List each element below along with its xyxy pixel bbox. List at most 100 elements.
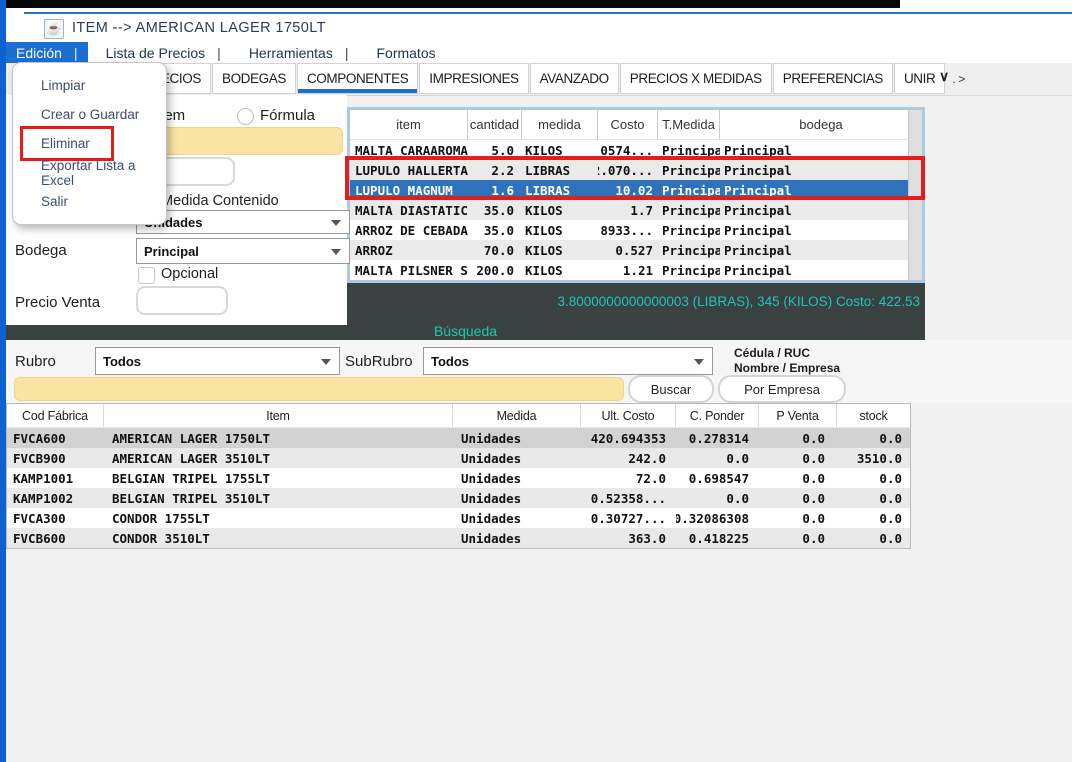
- tab[interactable]: UNIR: [894, 63, 945, 94]
- menu-item[interactable]: Limpiar: [13, 71, 166, 100]
- table-row[interactable]: MALTA CARAAROMA... 5.0 KILOS 2.0574... P…: [350, 140, 909, 160]
- cedula-ruc-label: Cédula / RUC Nombre / Empresa: [734, 346, 840, 376]
- column-header[interactable]: Ult. Costo: [581, 404, 676, 428]
- column-header[interactable]: Cod Fábrica: [7, 404, 104, 428]
- cell-tmedida: Principal: [658, 220, 720, 240]
- menubar-item[interactable]: Herramientas |: [239, 42, 359, 63]
- table-row[interactable]: LUPULO HALLERTA... 2.2 LIBRAS 12.070... …: [350, 160, 909, 180]
- cell-medida: Unidades: [453, 528, 581, 548]
- cell-tmedida: Principal: [658, 260, 720, 280]
- tab[interactable]: AVANZADO: [530, 63, 619, 94]
- medida-select[interactable]: Unidades: [136, 210, 350, 234]
- column-header[interactable]: Item: [104, 404, 453, 428]
- tab[interactable]: PRECIOS X MEDIDAS: [620, 63, 772, 94]
- column-header[interactable]: item: [350, 110, 468, 140]
- cell-medida: Unidades: [453, 488, 581, 508]
- cell-ult-costo: 72.0: [581, 468, 676, 488]
- cell-item: AMERICAN LAGER 1750LT: [104, 428, 453, 448]
- cell-ult-costo: 363.0: [581, 528, 676, 548]
- column-header[interactable]: cantidad: [468, 110, 522, 140]
- table-row[interactable]: MALTA PILSNER S... 200.0 KILOS 1.21 Prin…: [350, 260, 909, 280]
- table-row[interactable]: MALTA DIASTATIC... 35.0 KILOS 1.7 Princi…: [350, 200, 909, 220]
- table-row[interactable]: LUPULO MAGNUM 1.6 LIBRAS 10.02 Principal…: [350, 180, 909, 200]
- cell-medida: Unidades: [453, 508, 581, 528]
- cell-cantidad: 35.0: [468, 220, 522, 240]
- cell-medida: Unidades: [453, 428, 581, 448]
- results-table-body: FVCA600 AMERICAN LAGER 1750LT Unidades 4…: [7, 428, 910, 548]
- tabs-overflow-chevron-icon[interactable]: ∨: [939, 68, 949, 85]
- column-header[interactable]: T.Medida: [658, 110, 720, 140]
- top-black-bar: [4, 0, 900, 8]
- table-row[interactable]: FVCA300 CONDOR 1755LT Unidades 0.30727..…: [7, 508, 910, 528]
- column-header[interactable]: Medida: [453, 404, 581, 428]
- cell-cod-fabrica: KAMP1002: [7, 488, 104, 508]
- cell-item: MALTA DIASTATIC...: [350, 200, 468, 220]
- cell-medida: LIBRAS: [522, 180, 598, 200]
- cell-ult-costo: 0.30727...: [581, 508, 676, 528]
- table-row[interactable]: ARROZ DE CEBADA 35.0 KILOS 0.8933... Pri…: [350, 220, 909, 240]
- buscar-button[interactable]: Buscar: [628, 375, 714, 403]
- cell-costo: 1.7: [598, 200, 658, 220]
- tab[interactable]: PREFERENCIAS: [773, 63, 893, 94]
- cell-cantidad: 2.2: [468, 160, 522, 180]
- table-row[interactable]: FVCA600 AMERICAN LAGER 1750LT Unidades 4…: [7, 428, 910, 448]
- cell-costo: 12.070...: [598, 160, 658, 180]
- cell-costo: 10.02: [598, 180, 658, 200]
- rubro-select[interactable]: Todos: [95, 347, 340, 375]
- cell-bodega: Principal: [720, 160, 909, 180]
- java-icon: ☕: [44, 19, 64, 39]
- menubar-item-label: Herramientas: [249, 45, 333, 61]
- tab[interactable]: IMPRESIONES: [419, 63, 528, 94]
- search-input[interactable]: [14, 377, 624, 401]
- rubro-select-value: Todos: [103, 354, 141, 369]
- table-row[interactable]: KAMP1002 BELGIAN TRIPEL 3510LT Unidades …: [7, 488, 910, 508]
- formula-radio[interactable]: [237, 108, 254, 125]
- tab[interactable]: BODEGAS: [212, 63, 296, 94]
- menu-item[interactable]: Exportar Lista a Excel: [13, 158, 166, 187]
- bodega-select[interactable]: Principal: [136, 238, 350, 264]
- menubar-item[interactable]: Formatos: [366, 42, 457, 63]
- menu-item[interactable]: Crear o Guardar: [13, 100, 166, 129]
- column-header[interactable]: medida: [522, 110, 598, 140]
- table-row[interactable]: FVCB900 AMERICAN LAGER 3510LT Unidades 2…: [7, 448, 910, 468]
- tab-label: IMPRESIONES: [429, 71, 518, 86]
- tab[interactable]: . >: [946, 63, 970, 94]
- menubar-item[interactable]: Edición |: [6, 42, 88, 63]
- cell-item: CONDOR 3510LT: [104, 528, 453, 548]
- column-header[interactable]: stock: [837, 404, 910, 428]
- dropdown-arrow-icon: [321, 359, 331, 365]
- cell-c-ponder: 0.418225: [676, 528, 759, 548]
- cell-stock: 0.0: [837, 428, 910, 448]
- tab[interactable]: COMPONENTES: [297, 63, 418, 94]
- column-header[interactable]: C. Ponder: [676, 404, 759, 428]
- table-row[interactable]: KAMP1001 BELGIAN TRIPEL 1755LT Unidades …: [7, 468, 910, 488]
- menu-item[interactable]: Salir: [13, 187, 166, 216]
- column-header[interactable]: P Venta: [759, 404, 837, 428]
- por-empresa-button[interactable]: Por Empresa: [718, 375, 846, 403]
- cell-bodega: Principal: [720, 240, 909, 260]
- menubar-item[interactable]: Lista de Precios |: [96, 42, 231, 63]
- menubar: Edición | Lista de Precios | Herramienta…: [6, 42, 466, 63]
- table-row[interactable]: FVCB600 CONDOR 3510LT Unidades 363.0 0.4…: [7, 528, 910, 548]
- opcional-checkbox[interactable]: [138, 267, 155, 284]
- cell-medida: KILOS: [522, 200, 598, 220]
- window-title: ITEM --> AMERICAN LAGER 1750LT: [72, 20, 326, 36]
- precio-venta-input[interactable]: [136, 286, 228, 315]
- cell-cantidad: 5.0: [468, 140, 522, 160]
- table-row[interactable]: ARROZ 70.0 KILOS 0.527 Principal Princip…: [350, 240, 909, 260]
- cell-cod-fabrica: FVCB900: [7, 448, 104, 468]
- cell-tmedida: Principal: [658, 240, 720, 260]
- column-header[interactable]: bodega: [720, 110, 922, 140]
- cell-medida: Unidades: [453, 468, 581, 488]
- menu-item[interactable]: Eliminar: [13, 129, 166, 158]
- window-top-border: [24, 12, 1072, 14]
- column-header[interactable]: Costo: [598, 110, 658, 140]
- cell-tmedida: Principal: [658, 140, 720, 160]
- menu-item-label: Eliminar: [41, 136, 90, 151]
- cell-medida: KILOS: [522, 220, 598, 240]
- tab-label: UNIR: [904, 71, 935, 86]
- subrubro-select[interactable]: Todos: [423, 347, 713, 375]
- cell-item: LUPULO HALLERTA...: [350, 160, 468, 180]
- vertical-scrollbar[interactable]: [908, 110, 922, 280]
- cell-tmedida: Principal: [658, 160, 720, 180]
